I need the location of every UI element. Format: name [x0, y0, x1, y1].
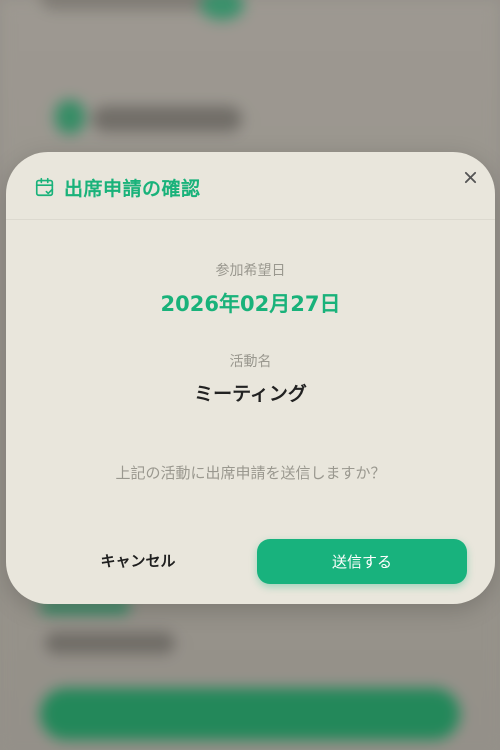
activity-label: 活動名	[229, 354, 272, 370]
submit-button[interactable]: 送信する	[257, 539, 467, 584]
activity-value: ミーティング	[194, 383, 307, 405]
date-label: 参加希望日	[215, 263, 286, 279]
close-icon	[464, 171, 476, 183]
close-button[interactable]	[459, 166, 481, 188]
calendar-check-icon	[35, 177, 54, 197]
confirmation-question: 上記の活動に出席申請を送信しますか？	[115, 464, 386, 482]
dialog-title: 出席申請の確認	[64, 178, 201, 200]
date-value: 2026年02月27日	[160, 292, 341, 316]
confirm-attendance-dialog: 出席申請の確認 参加希望日 2026年02月27日 活動名 ミーティング 上記の…	[6, 152, 495, 604]
dialog-header: 出席申請の確認	[6, 152, 495, 220]
cancel-button[interactable]: キャンセル	[48, 540, 228, 580]
